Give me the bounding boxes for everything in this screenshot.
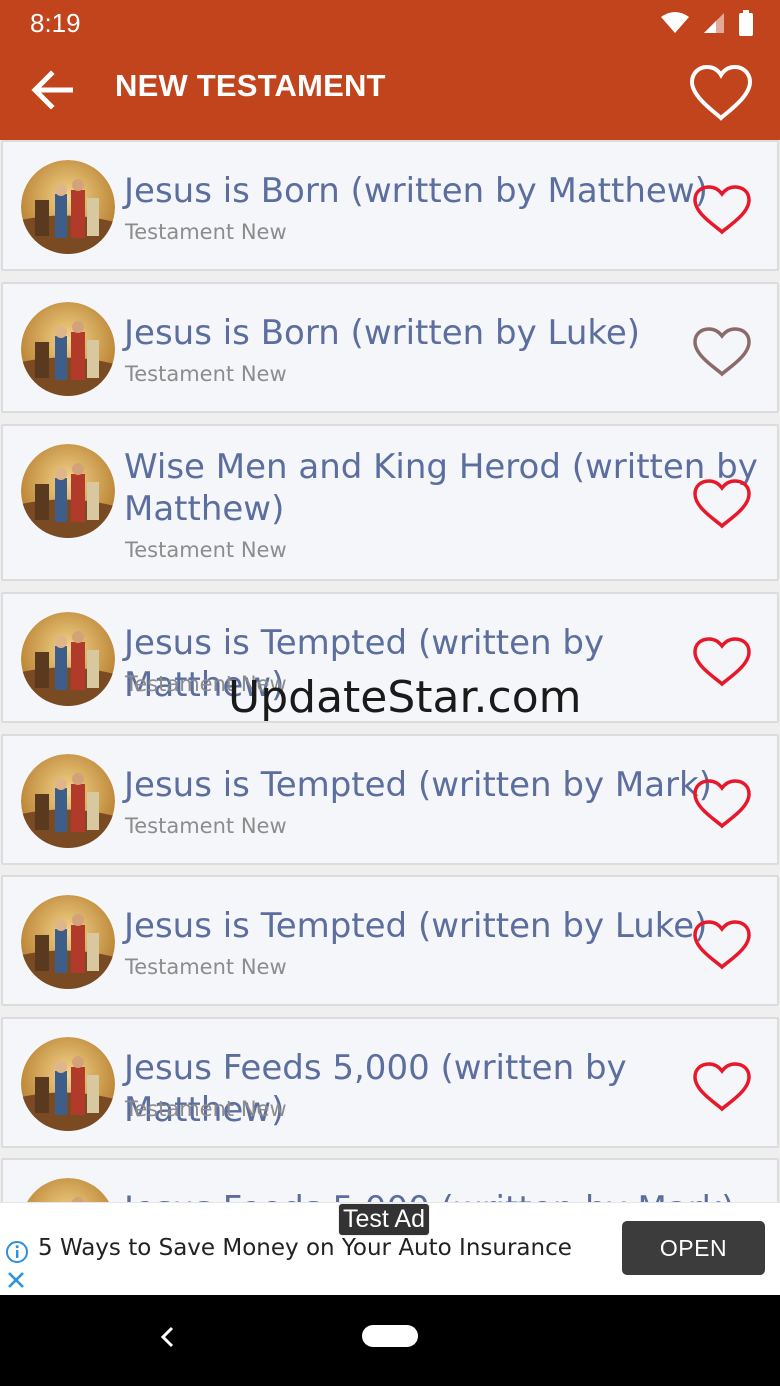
heart-icon [693, 920, 751, 970]
story-thumbnail [21, 754, 115, 848]
item-subtitle: Testament New [125, 955, 287, 979]
story-list: Jesus is Born (written by Matthew) Testam… [0, 140, 780, 1202]
list-item[interactable]: Jesus is Born (written by Matthew) Testam… [1, 140, 779, 271]
heart-icon [693, 1062, 751, 1112]
story-thumbnail [21, 612, 115, 706]
nav-back-button[interactable] [154, 1323, 182, 1355]
app-bar: NEW TESTAMENT [0, 48, 780, 140]
list-item[interactable]: Jesus Feeds 5,000 (written by Mark)Testa… [1, 1158, 779, 1202]
cell-signal-icon [704, 13, 724, 33]
status-icons [660, 10, 754, 36]
arrow-left-icon [31, 70, 73, 110]
story-thumbnail [21, 1178, 115, 1202]
nav-home-button[interactable] [362, 1325, 418, 1347]
favorite-button[interactable] [691, 478, 753, 534]
favorite-button[interactable] [691, 636, 753, 692]
heart-outline-icon [689, 64, 753, 121]
favorite-button[interactable] [691, 326, 753, 382]
ad-badge: Test Ad [338, 1203, 430, 1236]
ad-open-button[interactable]: OPEN [622, 1221, 765, 1275]
battery-icon [739, 10, 753, 36]
heart-icon [693, 327, 751, 377]
item-subtitle: Testament New [125, 538, 287, 562]
list-item[interactable]: Jesus is Tempted (written by Luke) Testam… [1, 875, 779, 1006]
heart-icon [693, 637, 751, 687]
favorite-button[interactable] [691, 919, 753, 975]
item-title: Jesus is Tempted (written by Luke) [124, 906, 708, 946]
status-time: 8:19 [30, 8, 81, 38]
list-item[interactable]: Jesus is Born (written by Luke) Testament… [1, 282, 779, 413]
list-item[interactable]: Wise Men and King Herod (written by Matt… [1, 424, 779, 581]
wifi-icon [661, 12, 689, 33]
heart-icon [693, 479, 751, 529]
story-thumbnail [21, 895, 115, 989]
status-bar: 8:19 [0, 0, 780, 48]
item-title: Wise Men and King Herod (written by Matt… [124, 447, 758, 529]
item-title: Jesus Feeds 5,000 (written by Mark) [124, 1188, 764, 1202]
chevron-left-icon [160, 1326, 174, 1348]
favorites-button[interactable] [688, 64, 754, 126]
story-thumbnail [21, 160, 115, 254]
heart-icon [693, 185, 751, 235]
page-title: NEW TESTAMENT [115, 68, 386, 103]
item-title: Jesus is Tempted (written by Mark) [124, 765, 712, 805]
item-title: Jesus is Born (written by Luke) [124, 313, 641, 353]
item-title: Jesus is Born (written by Matthew) [124, 171, 708, 211]
ad-text[interactable]: 5 Ways to Save Money on Your Auto Insura… [38, 1235, 572, 1261]
item-subtitle: Testament New [125, 814, 287, 838]
close-icon[interactable] [5, 1269, 27, 1295]
story-thumbnail [21, 444, 115, 538]
favorite-button[interactable] [691, 1061, 753, 1117]
navigation-bar [0, 1295, 780, 1386]
item-subtitle: Testament New [125, 1097, 287, 1121]
back-button[interactable] [24, 62, 80, 118]
ad-banner[interactable]: 5 Ways to Save Money on Your Auto Insura… [0, 1202, 780, 1295]
favorite-button[interactable] [691, 778, 753, 834]
item-subtitle: Testament New [125, 220, 287, 244]
story-thumbnail [21, 1037, 115, 1131]
info-icon[interactable] [5, 1240, 29, 1268]
item-subtitle: Testament New [125, 362, 287, 386]
list-item[interactable]: Jesus is Tempted (written by Mark) Testam… [1, 734, 779, 865]
favorite-button[interactable] [691, 184, 753, 240]
story-thumbnail [21, 302, 115, 396]
list-item[interactable]: Jesus Feeds 5,000 (written by Matthew) Te… [1, 1017, 779, 1148]
watermark-text: UpdateStar.com [228, 672, 582, 723]
heart-icon [693, 779, 751, 829]
